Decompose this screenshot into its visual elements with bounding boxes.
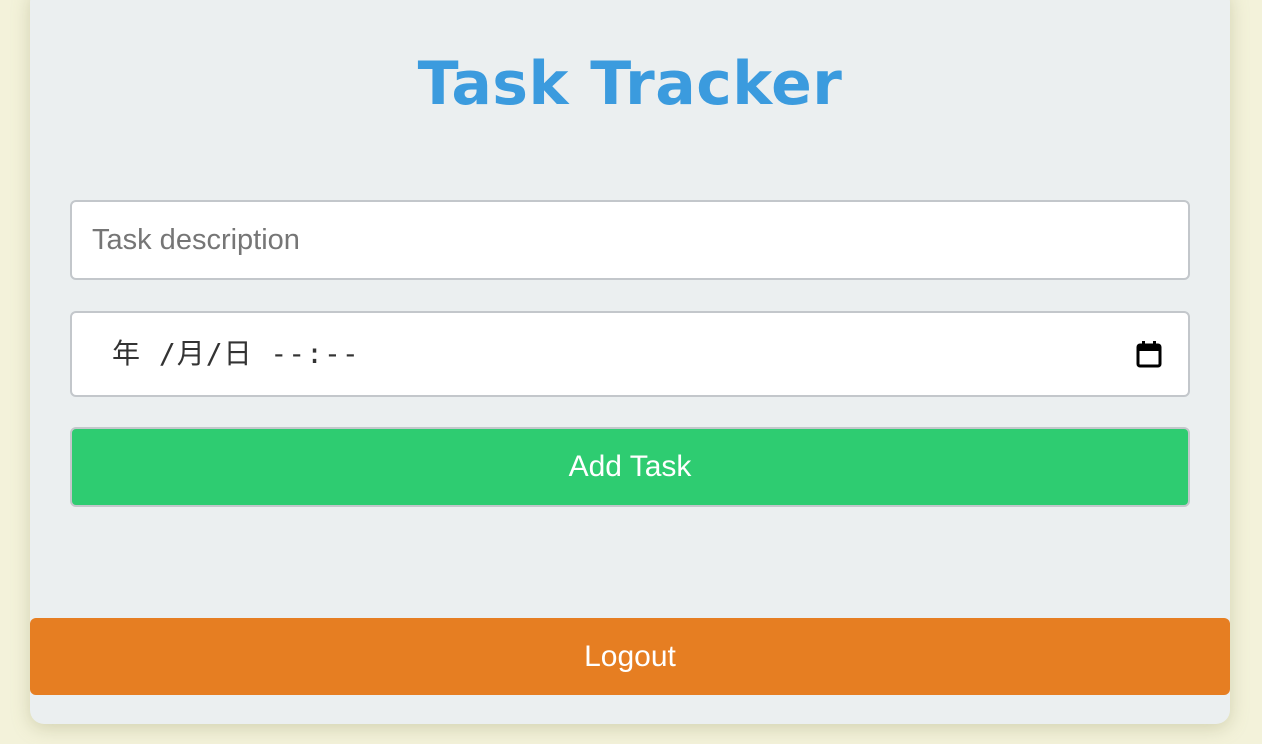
page-title: Task Tracker	[417, 49, 843, 119]
logout-button[interactable]: Logout	[30, 618, 1230, 695]
add-task-button[interactable]: Add Task	[70, 427, 1190, 507]
datetime-display: 年 /月/日 --:--	[112, 337, 360, 370]
task-tracker-card: Task Tracker 年 /月/日 --:-- Add Task Logou…	[30, 0, 1230, 724]
due-datetime-input[interactable]: 年 /月/日 --:--	[70, 311, 1190, 397]
calendar-icon[interactable]	[1136, 340, 1162, 368]
task-description-input[interactable]	[70, 200, 1190, 280]
